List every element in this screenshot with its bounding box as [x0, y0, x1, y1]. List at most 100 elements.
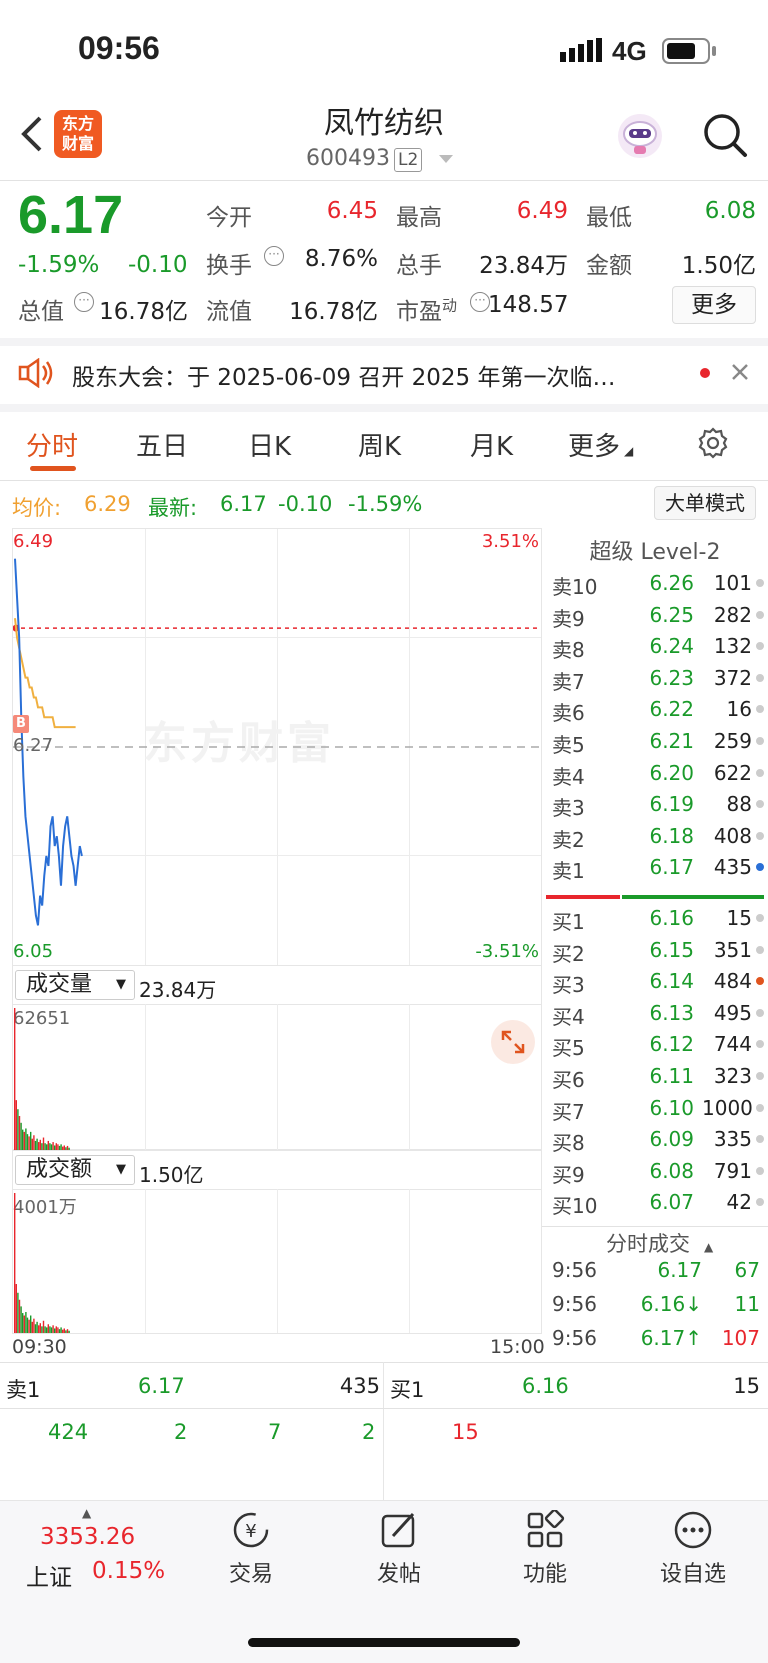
- info-icon[interactable]: ···: [470, 292, 490, 312]
- bar: [31, 1321, 33, 1333]
- nav-trade[interactable]: ¥ 交易: [176, 1510, 326, 1588]
- asks-price: 6.17: [649, 855, 694, 880]
- queue-ask-order: 2: [362, 1420, 376, 1444]
- open-label: 今开: [206, 205, 252, 231]
- asks-row[interactable]: 卖6 6.22 16: [552, 697, 766, 728]
- tab-monthly-k[interactable]: 月K: [470, 426, 513, 463]
- big-order-mode-button[interactable]: 大单模式: [654, 486, 756, 520]
- time-end: 15:00: [490, 1336, 545, 1358]
- search-icon[interactable]: [702, 112, 748, 162]
- ticks-title[interactable]: 分时成交 ▲: [606, 1228, 713, 1258]
- tab-more[interactable]: 更多 ◢: [568, 426, 633, 463]
- grid-icon: [527, 1510, 565, 1548]
- bids-volume: 15: [726, 906, 752, 930]
- float-value: 16.78亿: [289, 299, 378, 325]
- float-label: 流值: [206, 299, 252, 325]
- bids-row[interactable]: 买5 6.12 744: [552, 1032, 766, 1063]
- asks-row[interactable]: 卖9 6.25 282: [552, 603, 766, 634]
- asks-row[interactable]: 卖2 6.18 408: [552, 824, 766, 855]
- bids-price: 6.10: [649, 1095, 694, 1120]
- time-start: 09:30: [12, 1336, 67, 1358]
- bar: [20, 1306, 22, 1333]
- turnover-label: 换手: [206, 253, 252, 279]
- asks-row[interactable]: 卖3 6.19 88: [552, 792, 766, 823]
- bids-row[interactable]: 买2 6.15 351: [552, 938, 766, 969]
- nav-post[interactable]: 发帖: [324, 1510, 474, 1588]
- level2-title[interactable]: 超级 Level-2: [542, 534, 768, 566]
- intraday-chart[interactable]: 东方财富 6.49 6.27 6.05 3.51% -3.51% B: [12, 528, 542, 966]
- volume-total: 23.84万: [139, 978, 217, 1002]
- info-icon[interactable]: ···: [74, 292, 94, 312]
- volume-bars: [14, 1008, 70, 1150]
- avg-label: 均价:: [12, 496, 62, 520]
- signal-icon: [560, 38, 604, 66]
- bids-row[interactable]: 买10 6.07 42: [552, 1190, 766, 1221]
- volume-label: 总手: [396, 253, 442, 279]
- nav-watchlist[interactable]: 设自选: [618, 1510, 768, 1588]
- high-label: 最高: [396, 205, 442, 231]
- bids-row[interactable]: 买4 6.13 495: [552, 1001, 766, 1032]
- asks-row[interactable]: 卖7 6.23 372: [552, 666, 766, 697]
- bids-price: 6.15: [649, 937, 694, 962]
- bids-row[interactable]: 买7 6.10 1000: [552, 1096, 766, 1127]
- index-value[interactable]: 3353.26: [40, 1524, 135, 1550]
- volume-selector[interactable]: 成交量 ▼: [15, 970, 135, 1000]
- tick-price: 6.16↓: [640, 1292, 702, 1316]
- amount-selector[interactable]: 成交额 ▼: [15, 1155, 135, 1185]
- asks-row[interactable]: 卖4 6.20 622: [552, 761, 766, 792]
- asks-row[interactable]: 卖5 6.21 259: [552, 729, 766, 760]
- bar: [25, 1128, 27, 1150]
- tab-intraday[interactable]: 分时: [26, 426, 78, 463]
- asks-price: 6.24: [649, 634, 694, 659]
- nav-functions[interactable]: 功能: [470, 1510, 620, 1588]
- bar: [28, 1136, 30, 1150]
- bar: [50, 1327, 53, 1333]
- close-icon[interactable]: [730, 362, 750, 386]
- asks-row[interactable]: 卖8 6.24 132: [552, 634, 766, 665]
- bids-volume: 42: [726, 1190, 752, 1215]
- bids-row[interactable]: 买1 6.16 15: [552, 906, 766, 937]
- info-icon[interactable]: ···: [264, 246, 284, 266]
- tab-weekly-k[interactable]: 周K: [358, 426, 401, 463]
- bar: [55, 1326, 57, 1333]
- tab-five-day[interactable]: 五日: [136, 426, 188, 463]
- gear-icon[interactable]: [696, 426, 730, 464]
- bids-row[interactable]: 买9 6.08 791: [552, 1159, 766, 1190]
- asks-row[interactable]: 卖10 6.26 101: [552, 571, 766, 602]
- bids-row[interactable]: 买3 6.14 484: [552, 969, 766, 1000]
- stock-code-selector[interactable]: 600493 L2: [306, 146, 454, 172]
- volume-dot: [756, 945, 764, 954]
- caret-down-icon: ▼: [116, 977, 126, 992]
- bids-level: 买10: [552, 1194, 598, 1219]
- edit-icon: [381, 1512, 415, 1548]
- volume-dot: [756, 673, 764, 682]
- mktcap-value: 16.78亿: [99, 299, 188, 325]
- bids-level: 买5: [552, 1036, 585, 1061]
- asks-price: 6.18: [649, 823, 694, 848]
- pct-top-label: 3.51%: [481, 531, 539, 552]
- more-button[interactable]: 更多: [672, 286, 756, 324]
- bar: [42, 1137, 45, 1150]
- volume-dot: [756, 1008, 764, 1017]
- volume-panel: 成交量 ▼ 23.84万 62651: [12, 966, 542, 1150]
- asks-level: 卖1: [552, 859, 585, 884]
- bids-row[interactable]: 买8 6.09 335: [552, 1127, 766, 1158]
- buy-marker[interactable]: B: [13, 715, 29, 733]
- bar: [26, 1317, 29, 1333]
- volume-dot: [756, 863, 764, 872]
- expand-icon[interactable]: [491, 1020, 535, 1064]
- tab-daily-k[interactable]: 日K: [248, 426, 291, 463]
- asks-price: 6.19: [649, 792, 694, 817]
- level-badge: L2: [393, 148, 423, 172]
- asks-price: 6.23: [649, 665, 694, 690]
- bar: [34, 1324, 37, 1333]
- change-value: -0.10: [128, 252, 188, 278]
- asks-row[interactable]: 卖1 6.17 435: [552, 855, 766, 886]
- svg-text:¥: ¥: [245, 1521, 256, 1542]
- tick-row: 9:56 6.17 67: [552, 1258, 766, 1289]
- bar: [68, 1330, 70, 1333]
- bids-row[interactable]: 买6 6.11 323: [552, 1064, 766, 1095]
- notice-text[interactable]: 股东大会：于 2025-06-09 召开 2025 年第一次临…: [72, 358, 672, 392]
- bids-price: 6.12: [649, 1032, 694, 1057]
- robot-assistant-icon[interactable]: [616, 112, 664, 164]
